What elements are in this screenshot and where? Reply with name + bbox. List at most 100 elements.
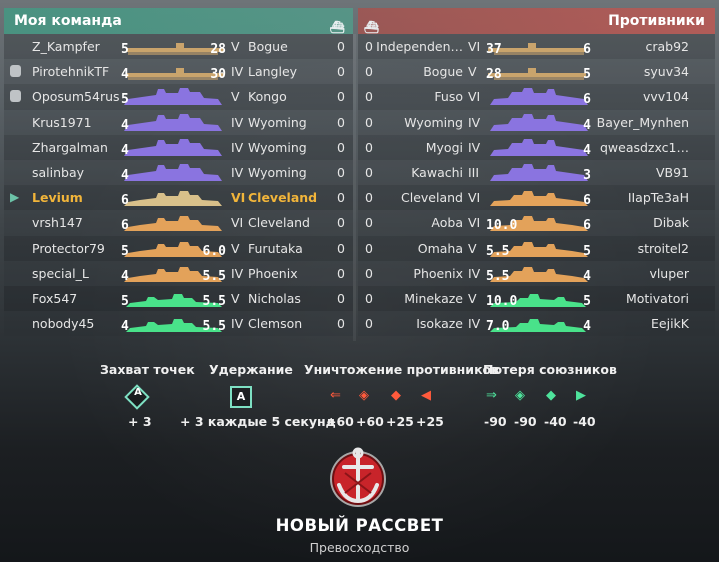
ship-tier: VI — [231, 215, 244, 231]
ally-player-row[interactable]: special_L 4 5.5 IV Phoenix 0 — [4, 260, 353, 286]
ship-silhouette-icon: 4 — [118, 113, 228, 133]
ship-silhouette-icon: 4 — [484, 113, 594, 133]
enemy-player-list: 0 Independen… 6 37 VI crab92 0 Bogue 5 28 Vsyuv34 0… — [358, 34, 715, 337]
player-score: 0 — [337, 39, 345, 54]
ally-player-row[interactable]: vrsh147 6 VI Cleveland 0 — [4, 210, 353, 236]
ally-player-row[interactable]: ▶ Levium 6 VI Cleveland 0 — [4, 185, 353, 211]
player-name: qweasdzxc1… — [599, 139, 689, 155]
ship-tier: IV — [231, 64, 244, 80]
ship-stat: 28 — [210, 42, 226, 57]
capture-title: Захват точек — [100, 362, 195, 377]
ship-level: 4 — [583, 268, 591, 284]
ship-tier: IV — [468, 265, 481, 281]
ship-level: 3 — [583, 167, 591, 183]
enemy-player-row[interactable]: 0 Aoba 6 10.0 VI Dibak — [358, 210, 715, 236]
ship-silhouette-icon: 4 5.5 — [118, 264, 228, 284]
ally-carrier-loss-icon: ⇒ — [486, 388, 497, 403]
enemy-player-row[interactable]: 0 Myogi 4 IV qweasdzxc1… — [358, 134, 715, 160]
ally-player-row[interactable]: Oposum54rus 5 V Kongo 0 — [4, 84, 353, 110]
ally-player-row[interactable]: salinbay 4 IV Wyoming 0 — [4, 159, 353, 186]
player-score: 0 — [365, 190, 373, 206]
enemy-player-row[interactable]: 0 Omaha 5 5.5 Vstroitel2 — [358, 235, 715, 261]
scoring-rules: Захват точек A + 3 Удержание A + 3 кажды… — [0, 362, 719, 432]
ship-level: 6 — [121, 218, 129, 234]
player-score: 0 — [365, 215, 373, 231]
ship-level: 4 — [121, 117, 129, 133]
ship-name: Independen… — [376, 39, 463, 54]
ship-stat: 5.5 — [202, 268, 226, 284]
ship-silhouette-icon: 4 — [118, 163, 228, 183]
ship-level: 5 — [121, 243, 129, 259]
ally-battleship-loss-icon: ◈ — [515, 388, 525, 403]
ship-stat: 10.0 — [486, 218, 518, 234]
player-score: 0 — [337, 265, 345, 281]
ship-silhouette-icon: 5 6.0 — [118, 239, 228, 259]
enemy-player-row[interactable]: 0 Minekaze 5 10.0 V Motivatori — [358, 285, 715, 312]
ally-player-row[interactable]: Krus1971 4 IV Wyoming 0 — [4, 109, 353, 135]
ship-name: Furutaka — [248, 240, 303, 256]
player-name: Levium — [32, 190, 83, 206]
ship-silhouette-icon: 6 — [484, 87, 594, 107]
ally-player-row[interactable]: Fox547 5 5.5 V Nicholas 0 — [4, 285, 353, 312]
player-name: crab92 — [645, 39, 689, 54]
enemy-team-title: Противники — [608, 13, 705, 29]
ship-level: 5 — [583, 243, 591, 259]
ship-level: 5 — [121, 293, 129, 309]
ship-silhouette-icon: 6 — [118, 213, 228, 234]
player-score: 0 — [365, 139, 373, 155]
enemy-destroyer-kill-icon: ◀ — [421, 388, 431, 403]
loss-value-cruiser: -40 — [544, 414, 567, 429]
ship-tier: IV — [231, 164, 244, 180]
player-name: PirotehnikTF — [32, 64, 110, 80]
enemy-player-row[interactable]: 0 Phoenix 4 5.5 IV vluper — [358, 260, 715, 286]
ship-level: 4 — [121, 268, 129, 284]
ship-silhouette-icon: 5 5.5 — [484, 239, 594, 259]
ship-silhouette-icon: 5 28 — [118, 37, 228, 57]
ship-level: 4 — [121, 319, 129, 335]
ship-stat: 10.0 — [486, 293, 518, 309]
kill-value-cruiser: +25 — [386, 414, 414, 429]
enemy-player-row[interactable]: 0 Independen… 6 37 VI crab92 — [358, 34, 715, 60]
ship-tier: V — [231, 89, 240, 105]
mode-title: НОВЫЙ РАССВЕТ — [275, 516, 444, 535]
player-name: Dibak — [653, 215, 689, 231]
enemy-player-row[interactable]: 0 Kawachi 3 III VB91 — [358, 159, 715, 186]
ally-player-row[interactable]: PirotehnikTF 4 30 IV Langley 0 — [4, 59, 353, 85]
player-score: 0 — [337, 240, 345, 256]
enemy-player-row[interactable]: 0 Isokaze 4 7.0 IV EejikK — [358, 311, 715, 337]
ship-name: Isokaze — [416, 316, 463, 332]
ship-tier: VI — [468, 215, 481, 231]
team-divider — [353, 34, 356, 341]
kill-value-battleship: +60 — [356, 414, 384, 429]
ship-tier: VI — [231, 190, 246, 206]
ship-silhouette-icon: 6 10.0 — [484, 213, 594, 234]
kill-title: Уничтожение противников — [304, 362, 500, 377]
ship-level: 4 — [121, 67, 129, 83]
enemy-player-row[interactable]: 0 Cleveland 6 VI IIapTe3aH — [358, 185, 715, 211]
ship-name: Cleveland — [248, 190, 318, 206]
ship-silhouette-icon: 5 28 — [484, 62, 594, 82]
ship-tier: IV — [468, 316, 481, 332]
enemy-player-row[interactable]: 0 Bogue 5 28 Vsyuv34 — [358, 59, 715, 85]
ship-name: Bogue — [423, 64, 463, 80]
ship-tier: V — [231, 39, 240, 54]
kill-value-carrier: +60 — [326, 414, 354, 429]
ally-player-row[interactable]: Z_Kampfer 5 28 V Bogue 0 — [4, 34, 353, 60]
ally-player-row[interactable]: nobody45 4 5.5 IV Clemson 0 — [4, 311, 353, 337]
player-score: 0 — [365, 290, 373, 306]
ship-level: 5 — [121, 92, 129, 108]
enemy-player-row[interactable]: 0 Fuso 6 VI vvv104 — [358, 84, 715, 110]
ship-tier: IV — [468, 139, 481, 155]
player-score: 0 — [337, 89, 345, 105]
enemy-player-row[interactable]: 0 Wyoming 4 IV Bayer_Mynhen — [358, 109, 715, 135]
ship-name: Kongo — [248, 89, 287, 105]
ally-player-row[interactable]: Zhargalman 4 IV Wyoming 0 — [4, 134, 353, 160]
enemy-carrier-kill-icon: ⇐ — [330, 388, 341, 403]
ship-name: Nicholas — [248, 290, 301, 306]
ally-team-title: Моя команда — [14, 13, 122, 29]
ally-player-row[interactable]: Protector79 5 6.0 V Furutaka 0 — [4, 235, 353, 261]
ship-name: Minekaze — [404, 290, 463, 306]
ship-silhouette-icon: 5 10.0 — [484, 289, 594, 309]
ally-team-panel: Моя команда ⛴ Z_Kampfer 5 28 V Bogue 0 Piroteh… — [4, 8, 353, 337]
ship-silhouette-icon: 4 30 — [118, 62, 228, 83]
